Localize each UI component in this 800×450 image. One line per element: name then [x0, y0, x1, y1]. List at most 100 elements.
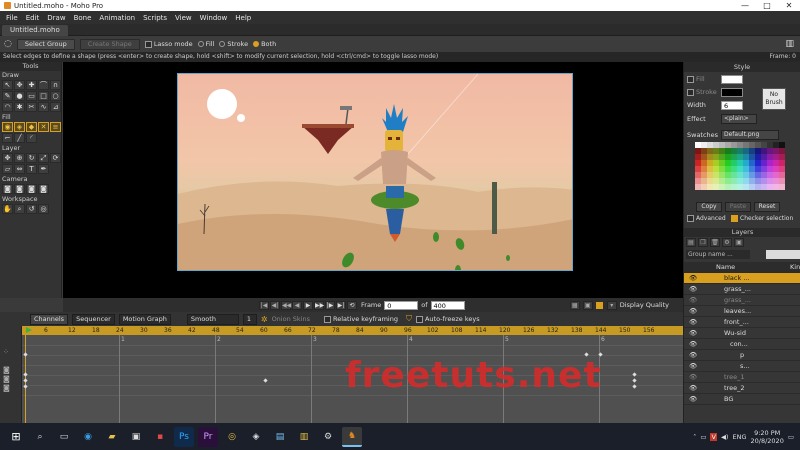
visibility-eye-icon[interactable]: 👁: [689, 273, 697, 284]
checker-selection-checkbox[interactable]: [731, 215, 738, 222]
lasso-mode-checkbox[interactable]: [144, 40, 152, 48]
pan-tilt-camera-tool-icon[interactable]: ◙: [38, 184, 49, 194]
create-shape-button[interactable]: Create Shape: [79, 38, 140, 50]
layer-row[interactable]: 👁 BG: [684, 394, 800, 405]
clock-date[interactable]: 20/8/2020: [751, 437, 784, 445]
view-toggle-icon[interactable]: ▣: [582, 300, 593, 310]
file-explorer-icon[interactable]: ▰: [102, 427, 122, 447]
layer-row[interactable]: 👁 tree_1: [684, 372, 800, 383]
play-button[interactable]: ▶: [303, 300, 313, 310]
curvature-tool-icon[interactable]: ⌒: [38, 80, 49, 90]
shear-points-tool-icon[interactable]: ⊿: [50, 102, 61, 112]
edge-browser-icon[interactable]: ◉: [78, 427, 98, 447]
scene-canvas[interactable]: [177, 73, 573, 271]
visibility-eye-icon[interactable]: 👁: [689, 394, 697, 405]
layer-row[interactable]: 👁 tree_2: [684, 383, 800, 394]
store-icon[interactable]: ▣: [126, 427, 146, 447]
scale-layer-tool-icon[interactable]: ⤢: [38, 153, 49, 163]
tab-motion-graph[interactable]: Motion Graph: [118, 313, 171, 325]
layer-row[interactable]: 👁 grass_...: [684, 284, 800, 295]
windows-start-icon[interactable]: ⊞: [6, 427, 26, 447]
close-button[interactable]: ✕: [778, 1, 800, 10]
fill-checkbox[interactable]: [687, 75, 694, 83]
rewind-button[interactable]: |◀: [259, 300, 269, 310]
reset-button[interactable]: Reset: [754, 202, 780, 212]
tab-sequencer[interactable]: Sequencer: [72, 313, 115, 325]
new-layer-icon[interactable]: ▤: [686, 238, 696, 247]
visibility-eye-icon[interactable]: 👁: [689, 361, 697, 372]
arc-tool-icon[interactable]: ◠: [2, 102, 13, 112]
blob-brush-tool-icon[interactable]: ●: [14, 91, 25, 101]
menu-edit[interactable]: Edit: [22, 14, 44, 22]
zoom-workspace-tool-icon[interactable]: ⌕: [14, 204, 25, 214]
menu-draw[interactable]: Draw: [43, 14, 69, 22]
layer-row[interactable]: 👁 black ...: [684, 273, 800, 284]
timeline-ruler[interactable]: 6 12 18 24 30 36 42 48 54 60 66 72 78 84…: [22, 326, 683, 335]
onion-skins-label[interactable]: Onion Skins: [272, 315, 310, 323]
minimize-button[interactable]: —: [734, 1, 756, 10]
select-shape-tool-icon[interactable]: ◉: [2, 122, 13, 132]
curve-profile-tool-icon[interactable]: ∿: [38, 102, 49, 112]
fast-forward-button[interactable]: ▶|: [336, 300, 346, 310]
playhead-icon[interactable]: [26, 327, 32, 333]
interpolation-dropdown[interactable]: Smooth: [186, 313, 239, 325]
menu-view[interactable]: View: [171, 14, 196, 22]
delete-layer-icon[interactable]: 🗑: [710, 238, 720, 247]
loop-button[interactable]: ⟲: [347, 300, 357, 310]
curve-exposure-tool-icon[interactable]: ◜: [26, 133, 37, 143]
rotate-3d-tool-icon[interactable]: ⟳: [50, 153, 61, 163]
select-group-button[interactable]: Select Group: [16, 38, 75, 50]
premiere-icon[interactable]: Pr: [198, 426, 218, 447]
visibility-eye-icon[interactable]: 👁: [689, 339, 697, 350]
transform-points-tool-icon[interactable]: ✥: [14, 80, 25, 90]
delete-shape-tool-icon[interactable]: ✕: [38, 122, 49, 132]
tab-channels[interactable]: Channels: [30, 313, 69, 325]
width-input[interactable]: 6: [721, 101, 743, 110]
hand-tool-icon[interactable]: ✋: [2, 204, 13, 214]
visibility-eye-icon[interactable]: 👁: [689, 306, 697, 317]
layer-row[interactable]: 👁 p: [684, 350, 800, 361]
visibility-eye-icon[interactable]: 👁: [689, 383, 697, 394]
eyedropper-tool-icon[interactable]: ✒: [38, 164, 49, 174]
play-reverse-button[interactable]: ◀: [292, 300, 302, 310]
magnet-tool-icon[interactable]: ∩: [50, 80, 61, 90]
grid-toggle-icon[interactable]: ▦: [569, 300, 580, 310]
scatter-brush-tool-icon[interactable]: ✱: [14, 102, 25, 112]
layer-row[interactable]: 👁 con...: [684, 339, 800, 350]
shear-layer-tool-icon[interactable]: ▱: [2, 164, 13, 174]
layer-row[interactable]: 👁 s...: [684, 361, 800, 372]
app-icon-a[interactable]: ◈: [246, 427, 266, 447]
keyframe[interactable]: [632, 384, 637, 389]
layer-row[interactable]: 👁 leaves...: [684, 306, 800, 317]
no-brush-button[interactable]: No Brush: [762, 88, 786, 110]
quality-menu-icon[interactable]: ▾: [606, 300, 617, 310]
hide-edge-tool-icon[interactable]: ⌐: [2, 133, 13, 143]
step-back-button[interactable]: ◀|: [270, 300, 280, 310]
app-icon-b[interactable]: ▤: [270, 427, 290, 447]
settings-gear-icon[interactable]: ⚙: [318, 427, 338, 447]
language-indicator[interactable]: ENG: [732, 433, 746, 441]
fill-color-swatch[interactable]: [721, 75, 743, 84]
app-icon-c[interactable]: ▥: [294, 427, 314, 447]
rectangle-tool-icon[interactable]: □: [38, 91, 49, 101]
stroke-radio[interactable]: [219, 41, 226, 47]
advanced-checkbox[interactable]: [687, 215, 694, 222]
stroke-color-swatch[interactable]: [721, 88, 743, 97]
menu-scripts[interactable]: Scripts: [139, 14, 171, 22]
text-tool-icon[interactable]: T: [26, 164, 37, 174]
maximize-button[interactable]: □: [756, 1, 778, 10]
orbit-workspace-tool-icon[interactable]: ◎: [38, 204, 49, 214]
network-icon[interactable]: ▭: [700, 433, 706, 441]
duplicate-layer-icon[interactable]: ❐: [698, 238, 708, 247]
tray-chevron-icon[interactable]: ˄: [693, 433, 696, 441]
copy-button[interactable]: Copy: [696, 202, 722, 212]
group-name-field[interactable]: Group name ...: [686, 250, 750, 259]
layer-search-input[interactable]: [766, 250, 800, 259]
freehand-tool-icon[interactable]: ✎: [2, 91, 13, 101]
keyframe[interactable]: [23, 384, 28, 389]
layer-row[interactable]: 👁 front_...: [684, 317, 800, 328]
roll-camera-tool-icon[interactable]: ◙: [26, 184, 37, 194]
swatch-palette[interactable]: [695, 142, 785, 190]
swatches-dropdown[interactable]: Default.png: [721, 130, 779, 140]
transform-layer-tool-icon[interactable]: ✥: [2, 153, 13, 163]
